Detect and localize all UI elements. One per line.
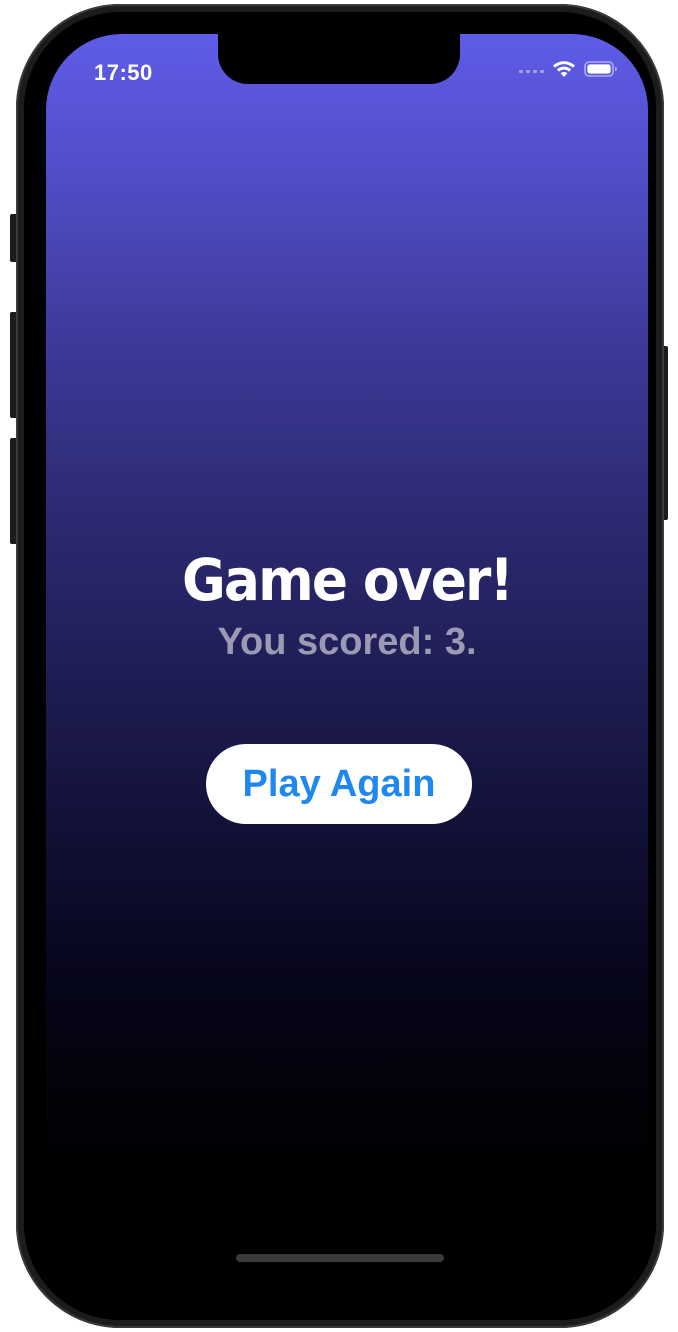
status-time: 17:50: [94, 60, 153, 85]
wifi-icon: [552, 60, 576, 83]
play-again-button[interactable]: Play Again: [206, 744, 472, 824]
home-indicator[interactable]: [236, 1254, 444, 1262]
game-over-panel: Game over! You scored: 3.: [46, 544, 648, 664]
cellular-signal-icon: [519, 69, 544, 73]
score-text: You scored: 3.: [217, 621, 477, 663]
status-icons: [519, 60, 618, 82]
game-over-title: Game over!: [181, 546, 514, 614]
notch: [218, 34, 460, 84]
app-screen: 17:50 Game over! You scored: 3. Play Aga…: [46, 34, 648, 1306]
battery-icon: [584, 60, 618, 83]
